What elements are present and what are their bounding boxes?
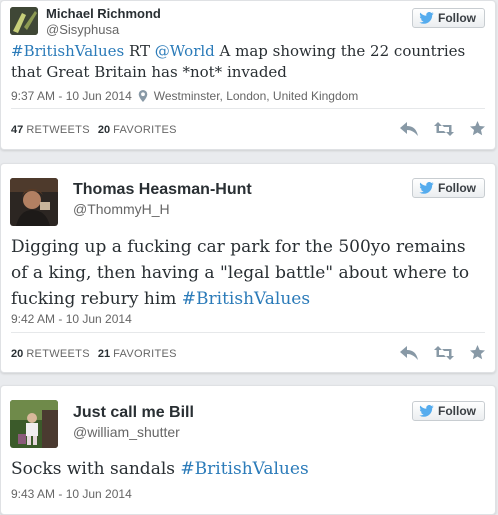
twitter-bird-icon: [419, 182, 434, 194]
author-name[interactable]: Just call me Bill: [73, 404, 194, 422]
tweet-card: Just call me Bill @william_shutter Follo…: [0, 385, 496, 515]
tweet-text: #BritishValues RT @World A map showing t…: [11, 41, 483, 83]
divider: [11, 108, 485, 109]
tweet-actions: [400, 121, 485, 136]
favorite-count-value: 20: [97, 124, 111, 136]
timestamp[interactable]: 9:42 AM - 10 Jun 2014: [11, 312, 132, 326]
mention-link[interactable]: @World: [155, 42, 215, 60]
hashtag-link[interactable]: #BritishValues: [180, 459, 308, 479]
author-handle[interactable]: @ThommyH_H: [73, 201, 170, 217]
divider: [11, 332, 485, 333]
follow-button[interactable]: Follow: [412, 401, 485, 421]
author-handle[interactable]: @william_shutter: [73, 424, 180, 440]
hashtag-link[interactable]: #BritishValues: [182, 289, 310, 309]
tweet-text: Socks with sandals #BritishValues: [11, 456, 483, 482]
tweet-text-part: Socks with sandals: [11, 459, 181, 479]
twitter-bird-icon: [419, 12, 434, 24]
favorite-count-value: 21: [97, 348, 111, 360]
tweet-meta: 9:42 AM - 10 Jun 2014: [11, 312, 132, 326]
tweet-card: Thomas Heasman-Hunt @ThommyH_H Follow Di…: [0, 163, 496, 373]
favorite-count[interactable]: 21 FAVORITES: [98, 348, 177, 360]
tweet-stats: 47 RETWEETS 20 FAVORITES: [11, 124, 177, 136]
favorite-star-icon[interactable]: [470, 345, 485, 360]
follow-label: Follow: [438, 181, 476, 195]
avatar[interactable]: [10, 178, 58, 226]
author-handle[interactable]: @Sisyphusa: [46, 22, 119, 37]
favorite-star-icon[interactable]: [470, 121, 485, 136]
retweet-count-value: 20: [11, 348, 24, 360]
reply-icon[interactable]: [400, 121, 418, 136]
timestamp[interactable]: 9:37 AM - 10 Jun 2014: [11, 89, 132, 103]
reply-icon[interactable]: [400, 345, 418, 360]
retweet-icon[interactable]: [434, 345, 454, 360]
tweet-text-part: RT: [124, 42, 155, 60]
author-name[interactable]: Thomas Heasman-Hunt: [73, 181, 252, 199]
retweet-count[interactable]: 20 RETWEETS: [11, 348, 90, 360]
tweet-actions: [400, 345, 485, 360]
retweet-icon[interactable]: [434, 121, 454, 136]
favorite-count-label: FAVORITES: [113, 348, 177, 360]
retweet-count[interactable]: 47 RETWEETS: [11, 124, 90, 136]
twitter-bird-icon: [419, 405, 434, 417]
retweet-count-label: RETWEETS: [26, 124, 90, 136]
retweet-count-label: RETWEETS: [26, 348, 90, 360]
tweet-meta: 9:43 AM - 10 Jun 2014: [11, 487, 132, 501]
favorite-count-label: FAVORITES: [113, 124, 177, 136]
tweet-stats: 20 RETWEETS 21 FAVORITES: [11, 348, 177, 360]
tweet-meta: 9:37 AM - 10 Jun 2014 Westminster, Londo…: [11, 89, 358, 103]
timestamp[interactable]: 9:43 AM - 10 Jun 2014: [11, 487, 132, 501]
retweet-count-value: 47: [11, 124, 24, 136]
follow-button[interactable]: Follow: [412, 8, 485, 28]
follow-button[interactable]: Follow: [412, 178, 485, 198]
location-pin-icon: [138, 90, 148, 102]
favorite-count[interactable]: 20 FAVORITES: [98, 124, 177, 136]
follow-label: Follow: [438, 11, 476, 25]
follow-label: Follow: [438, 404, 476, 418]
author-name[interactable]: Michael Richmond: [46, 6, 161, 21]
avatar[interactable]: [10, 400, 58, 448]
avatar[interactable]: [10, 7, 38, 35]
hashtag-link[interactable]: #BritishValues: [11, 42, 124, 60]
tweet-text: Digging up a fucking car park for the 50…: [11, 234, 483, 312]
location[interactable]: Westminster, London, United Kingdom: [154, 89, 359, 103]
tweet-card: Michael Richmond @Sisyphusa Follow #Brit…: [0, 0, 496, 150]
